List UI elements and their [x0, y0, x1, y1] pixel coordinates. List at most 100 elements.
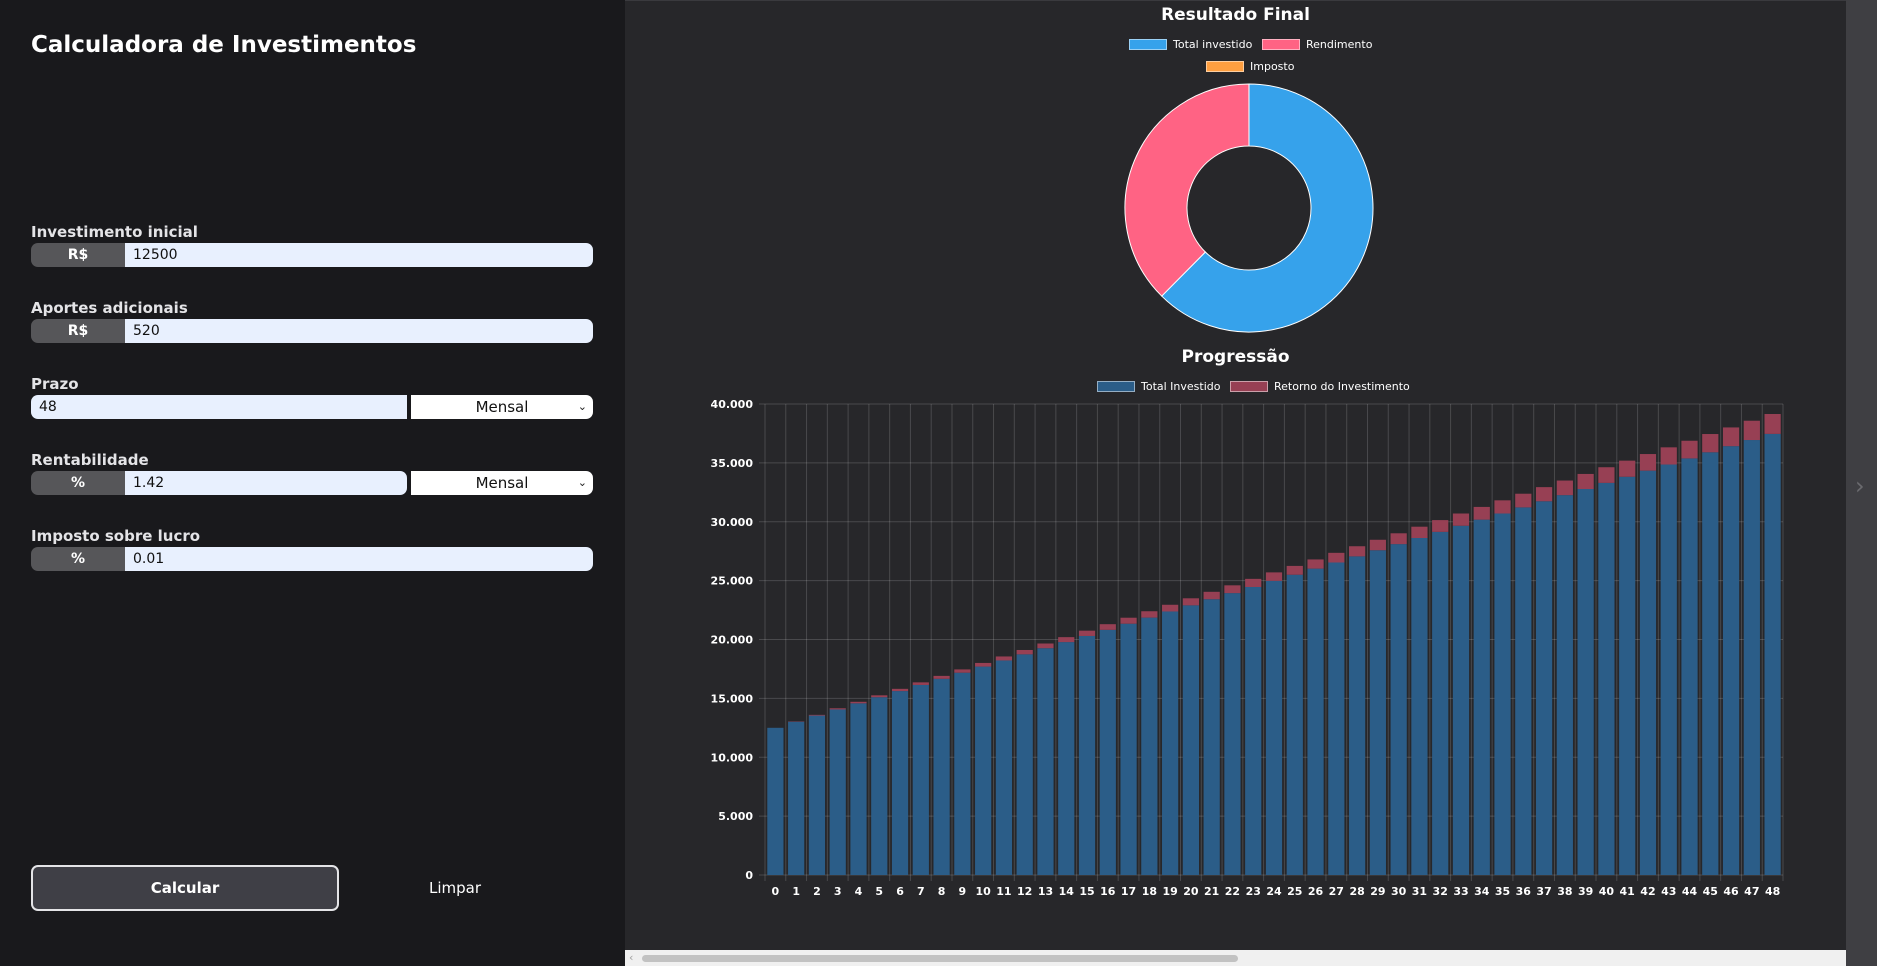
- bar-total-investido[interactable]: [1743, 440, 1760, 875]
- bar-retorno[interactable]: [912, 682, 929, 685]
- bar-retorno[interactable]: [1099, 624, 1116, 630]
- bar-total-investido[interactable]: [1722, 446, 1740, 875]
- initial-investment-input[interactable]: [125, 243, 593, 267]
- bar-total-investido[interactable]: [1681, 458, 1698, 875]
- bar-retorno[interactable]: [1162, 604, 1179, 612]
- bar-retorno[interactable]: [1722, 427, 1740, 447]
- bar-retorno[interactable]: [1743, 420, 1760, 441]
- calculate-button[interactable]: Calcular: [31, 865, 339, 911]
- rate-input[interactable]: [125, 471, 407, 495]
- bar-total-investido[interactable]: [954, 672, 971, 875]
- bar-total-investido[interactable]: [871, 697, 888, 875]
- bar-retorno[interactable]: [1078, 630, 1096, 636]
- bar-total-investido[interactable]: [1598, 482, 1615, 875]
- bar-retorno[interactable]: [1411, 526, 1428, 538]
- bar-total-investido[interactable]: [1432, 531, 1449, 875]
- bar-retorno[interactable]: [1245, 578, 1262, 587]
- bar-total-investido[interactable]: [1473, 519, 1490, 875]
- bar-retorno[interactable]: [933, 675, 950, 679]
- bar-retorno[interactable]: [1037, 643, 1054, 649]
- bar-total-investido[interactable]: [1390, 544, 1407, 875]
- legend-item-retorno[interactable]: Retorno do Investimento: [1230, 380, 1410, 393]
- bar-retorno[interactable]: [1764, 414, 1781, 434]
- bar-total-investido[interactable]: [1577, 489, 1594, 875]
- bar-retorno[interactable]: [1577, 473, 1594, 490]
- bar-total-investido[interactable]: [1307, 568, 1324, 875]
- bar-total-investido[interactable]: [1639, 470, 1657, 875]
- bar-total-investido[interactable]: [1224, 593, 1241, 875]
- bar-retorno[interactable]: [1494, 500, 1511, 514]
- bar-total-investido[interactable]: [1265, 580, 1283, 875]
- bar-retorno[interactable]: [1556, 480, 1573, 496]
- legend-item-total-investido-bar[interactable]: Total Investido: [1097, 380, 1221, 393]
- bar-retorno[interactable]: [1182, 598, 1200, 606]
- contributions-input[interactable]: [125, 319, 593, 343]
- bar-total-investido[interactable]: [1556, 495, 1573, 875]
- bar-retorno[interactable]: [975, 662, 992, 667]
- bar-total-investido[interactable]: [1016, 654, 1033, 875]
- bar-total-investido[interactable]: [1535, 501, 1553, 875]
- bar-total-investido[interactable]: [1619, 476, 1636, 875]
- bar-retorno[interactable]: [1681, 440, 1698, 459]
- scrollbar-thumb[interactable]: [642, 955, 1238, 962]
- bar-retorno[interactable]: [1016, 649, 1033, 655]
- bar-total-investido[interactable]: [1037, 648, 1054, 875]
- bar-retorno[interactable]: [1203, 591, 1220, 600]
- bar-retorno[interactable]: [871, 695, 888, 698]
- legend-item-rendimento[interactable]: Rendimento: [1262, 38, 1372, 51]
- bar-retorno[interactable]: [1286, 565, 1303, 575]
- bar-retorno[interactable]: [1598, 467, 1615, 483]
- bar-total-investido[interactable]: [788, 721, 805, 875]
- term-period-select[interactable]: Mensal ⌄: [411, 395, 593, 419]
- bar-total-investido[interactable]: [767, 727, 784, 875]
- next-page-strip[interactable]: ›: [1846, 0, 1877, 966]
- bar-total-investido[interactable]: [1411, 537, 1428, 875]
- bar-total-investido[interactable]: [1078, 635, 1096, 875]
- bar-retorno[interactable]: [1348, 546, 1366, 557]
- bar-retorno[interactable]: [1369, 539, 1386, 551]
- bar-total-investido[interactable]: [1120, 623, 1137, 875]
- horizontal-scrollbar[interactable]: ‹: [625, 950, 1846, 966]
- bar-retorno[interactable]: [1265, 572, 1283, 581]
- bar-retorno[interactable]: [1619, 460, 1636, 477]
- legend-item-total-investido[interactable]: Total investido: [1129, 38, 1252, 51]
- bar-retorno[interactable]: [891, 688, 909, 692]
- bar-total-investido[interactable]: [1348, 556, 1366, 875]
- bar-retorno[interactable]: [1702, 434, 1719, 453]
- bar-retorno[interactable]: [1515, 493, 1532, 508]
- bar-total-investido[interactable]: [1245, 586, 1262, 875]
- rate-period-select[interactable]: Mensal ⌄: [411, 471, 593, 495]
- bar-total-investido[interactable]: [1099, 629, 1116, 875]
- bar-retorno[interactable]: [1432, 520, 1449, 532]
- bar-total-investido[interactable]: [1286, 574, 1303, 875]
- bar-total-investido[interactable]: [1328, 562, 1345, 875]
- bar-retorno[interactable]: [954, 669, 971, 673]
- bar-total-investido[interactable]: [1764, 433, 1781, 875]
- bar-total-investido[interactable]: [1141, 617, 1158, 875]
- bar-total-investido[interactable]: [1660, 464, 1677, 875]
- slice-rendimento[interactable]: [1124, 83, 1250, 297]
- bar-total-investido[interactable]: [1182, 605, 1200, 875]
- tax-input[interactable]: [125, 547, 593, 571]
- bar-retorno[interactable]: [1328, 552, 1345, 563]
- bar-retorno[interactable]: [995, 656, 1013, 661]
- bar-retorno[interactable]: [829, 708, 846, 710]
- chevron-right-icon[interactable]: ›: [1855, 474, 1865, 498]
- bar-total-investido[interactable]: [1162, 611, 1179, 875]
- bar-retorno[interactable]: [1058, 637, 1075, 643]
- bar-total-investido[interactable]: [912, 684, 929, 875]
- bar-retorno[interactable]: [1390, 533, 1407, 545]
- bar-total-investido[interactable]: [1515, 507, 1532, 875]
- bar-retorno[interactable]: [1120, 617, 1137, 624]
- bar-total-investido[interactable]: [975, 666, 992, 875]
- bar-total-investido[interactable]: [1494, 513, 1511, 875]
- bar-retorno[interactable]: [1660, 447, 1677, 465]
- bar-total-investido[interactable]: [1452, 525, 1470, 875]
- bar-retorno[interactable]: [1473, 506, 1490, 520]
- bar-retorno[interactable]: [850, 701, 867, 704]
- bar-total-investido[interactable]: [1702, 452, 1719, 875]
- bar-total-investido[interactable]: [808, 715, 826, 875]
- legend-item-imposto[interactable]: Imposto: [1206, 60, 1294, 73]
- bar-total-investido[interactable]: [891, 691, 909, 875]
- bar-retorno[interactable]: [1535, 487, 1553, 502]
